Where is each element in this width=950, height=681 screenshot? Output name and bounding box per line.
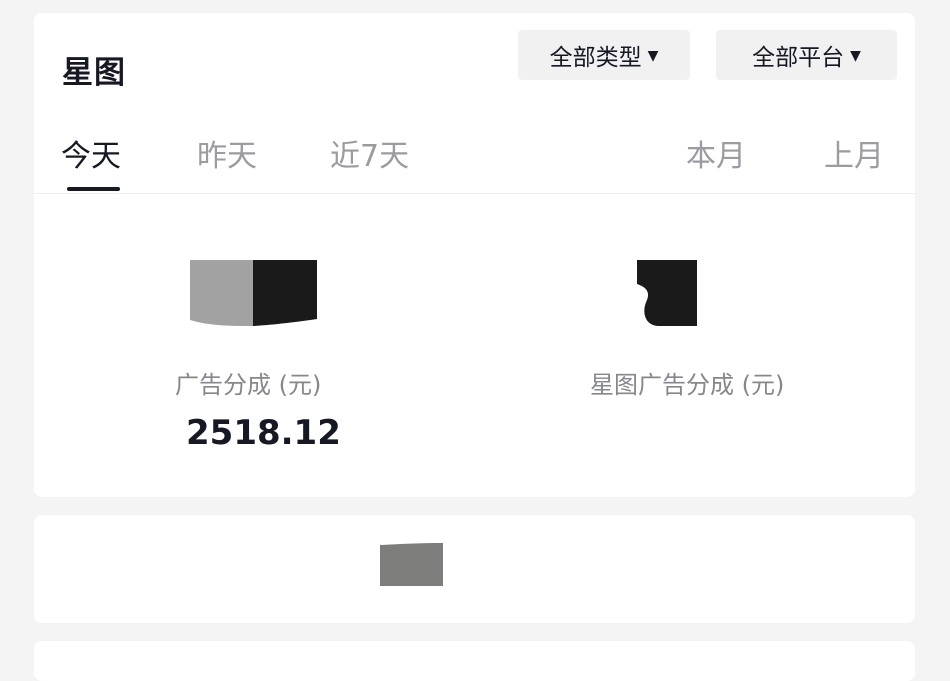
platform-filter-dropdown[interactable]: 全部平台 ▼ (716, 30, 897, 80)
caret-down-icon: ▼ (850, 48, 861, 64)
ad-revenue-value: 2518.12 (186, 413, 341, 453)
ad-revenue-graphic (190, 260, 317, 326)
xingtu-revenue-card: 星图 全部类型 ▼ 全部平台 ▼ 今天 昨天 近7天 本月 上月 广告分成 (元… (34, 13, 915, 497)
tab-last-month[interactable]: 上月 (824, 131, 884, 175)
type-filter-label: 全部类型 (549, 45, 642, 71)
type-filter-dropdown[interactable]: 全部类型 ▼ (518, 30, 690, 80)
active-tab-indicator (67, 187, 120, 191)
tab-this-month[interactable]: 本月 (686, 131, 746, 175)
banner-card (34, 515, 915, 623)
xingtu-revenue-graphic (637, 260, 697, 326)
xingtu-revenue-label: 星图广告分成 (元) (590, 371, 785, 399)
tabs-divider (34, 193, 915, 194)
ad-revenue-label: 广告分成 (元) (175, 371, 322, 399)
date-range-tabs: 今天 昨天 近7天 本月 上月 (34, 123, 915, 193)
tab-last-7-days[interactable]: 近7天 (330, 131, 409, 175)
platform-filter-label: 全部平台 (752, 45, 845, 71)
tab-today[interactable]: 今天 (61, 131, 121, 175)
card-title: 星图 (62, 55, 126, 91)
tab-yesterday[interactable]: 昨天 (197, 131, 257, 175)
next-card (34, 641, 915, 681)
caret-down-icon: ▼ (647, 48, 659, 64)
banner-graphic (380, 543, 443, 586)
